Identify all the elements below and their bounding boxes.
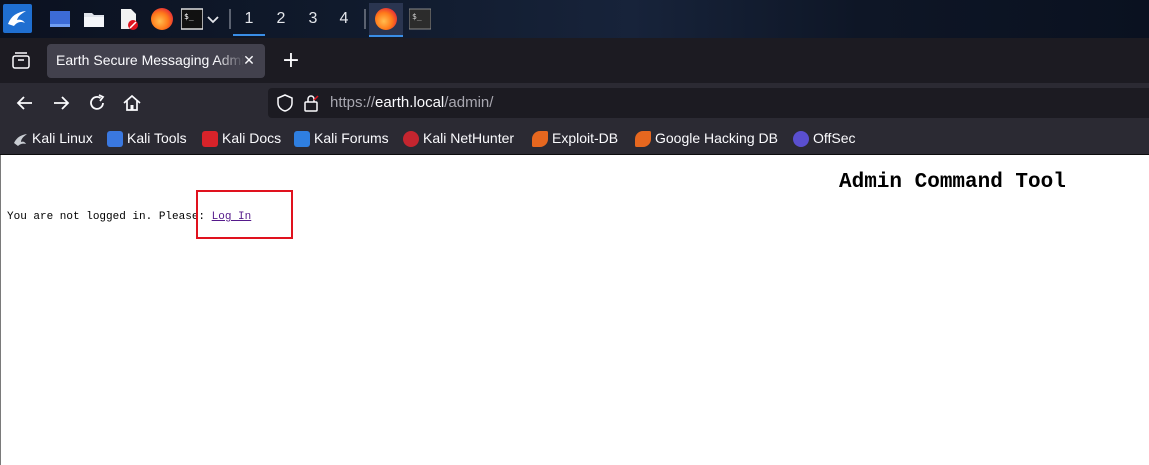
- tab-active[interactable]: Earth Secure Messaging Admin ✕: [47, 44, 265, 78]
- lock-icon[interactable]: [302, 94, 320, 112]
- url-scheme: https://: [330, 94, 376, 111]
- workspace-4[interactable]: 4: [328, 6, 360, 32]
- svg-text:$_: $_: [412, 12, 422, 21]
- taskbar-separator: [229, 9, 231, 29]
- highlight-box: [196, 190, 293, 239]
- shield-icon[interactable]: [276, 94, 294, 112]
- bookmark-label: Exploit-DB: [552, 130, 619, 146]
- close-tab-icon[interactable]: ✕: [239, 49, 259, 71]
- navigation-bar: https://earth.local/admin/: [0, 83, 1149, 123]
- bookmark-label: Kali NetHunter: [423, 130, 515, 146]
- bookmark-label: Kali Linux: [32, 130, 93, 146]
- bookmark-label: Kali Docs: [222, 130, 282, 146]
- kali-docs-icon: [202, 131, 218, 147]
- page-content: Admin Command Tool You are not logged in…: [0, 155, 1149, 465]
- tab-strip: Earth Secure Messaging Admin ✕ +: [0, 38, 1149, 83]
- firefox-icon[interactable]: [151, 8, 173, 30]
- show-desktop-icon[interactable]: [49, 8, 71, 30]
- firefox-icon: [375, 8, 397, 30]
- url-bar[interactable]: https://earth.local/admin/: [268, 88, 1149, 118]
- task-firefox[interactable]: [369, 3, 403, 37]
- new-tab-button[interactable]: +: [279, 50, 303, 74]
- kali-forums-icon: [294, 131, 310, 147]
- home-icon[interactable]: [120, 91, 144, 115]
- bookmark-label: Kali Tools: [127, 130, 187, 146]
- kali-dragon-icon: [12, 131, 28, 147]
- forward-icon[interactable]: [49, 91, 73, 115]
- ghdb-icon: [635, 131, 651, 147]
- workspace-1[interactable]: 1: [233, 6, 265, 36]
- file-manager-icon[interactable]: [83, 8, 105, 30]
- taskbar: $_ 1 2 3 4 $_: [0, 0, 1149, 39]
- kali-tools-icon: [107, 131, 123, 147]
- bookmark-label: Google Hacking DB: [655, 130, 778, 146]
- chevron-down-icon[interactable]: [205, 8, 221, 30]
- back-icon[interactable]: [13, 91, 37, 115]
- bookmarks-toolbar: Kali Linux Kali Tools Kali Docs Kali For…: [0, 123, 1149, 155]
- tab-list-icon[interactable]: [10, 50, 32, 72]
- bookmark-label: OffSec: [813, 130, 856, 146]
- svg-text:$_: $_: [184, 12, 194, 21]
- exploit-db-icon: [532, 131, 548, 147]
- nethunter-icon: [403, 131, 419, 147]
- url-path: /admin/: [444, 94, 494, 111]
- page-title: Admin Command Tool: [839, 171, 1066, 194]
- bookmark-label: Kali Forums: [314, 130, 389, 146]
- workspace-2[interactable]: 2: [265, 6, 297, 32]
- offsec-icon: [793, 131, 809, 147]
- url-host: earth.local: [375, 94, 445, 111]
- url-text[interactable]: https://earth.local/admin/: [330, 94, 493, 111]
- taskbar-separator: [364, 9, 366, 29]
- login-message-text: You are not logged in. Please:: [7, 211, 212, 223]
- terminal-icon[interactable]: $_: [180, 8, 204, 30]
- text-editor-icon[interactable]: [117, 8, 139, 30]
- tab-title: Earth Secure Messaging Admin: [56, 52, 244, 68]
- task-terminal[interactable]: $_: [408, 8, 432, 30]
- kali-menu-icon[interactable]: [3, 4, 32, 33]
- workspace-3[interactable]: 3: [297, 6, 329, 32]
- reload-icon[interactable]: [85, 91, 109, 115]
